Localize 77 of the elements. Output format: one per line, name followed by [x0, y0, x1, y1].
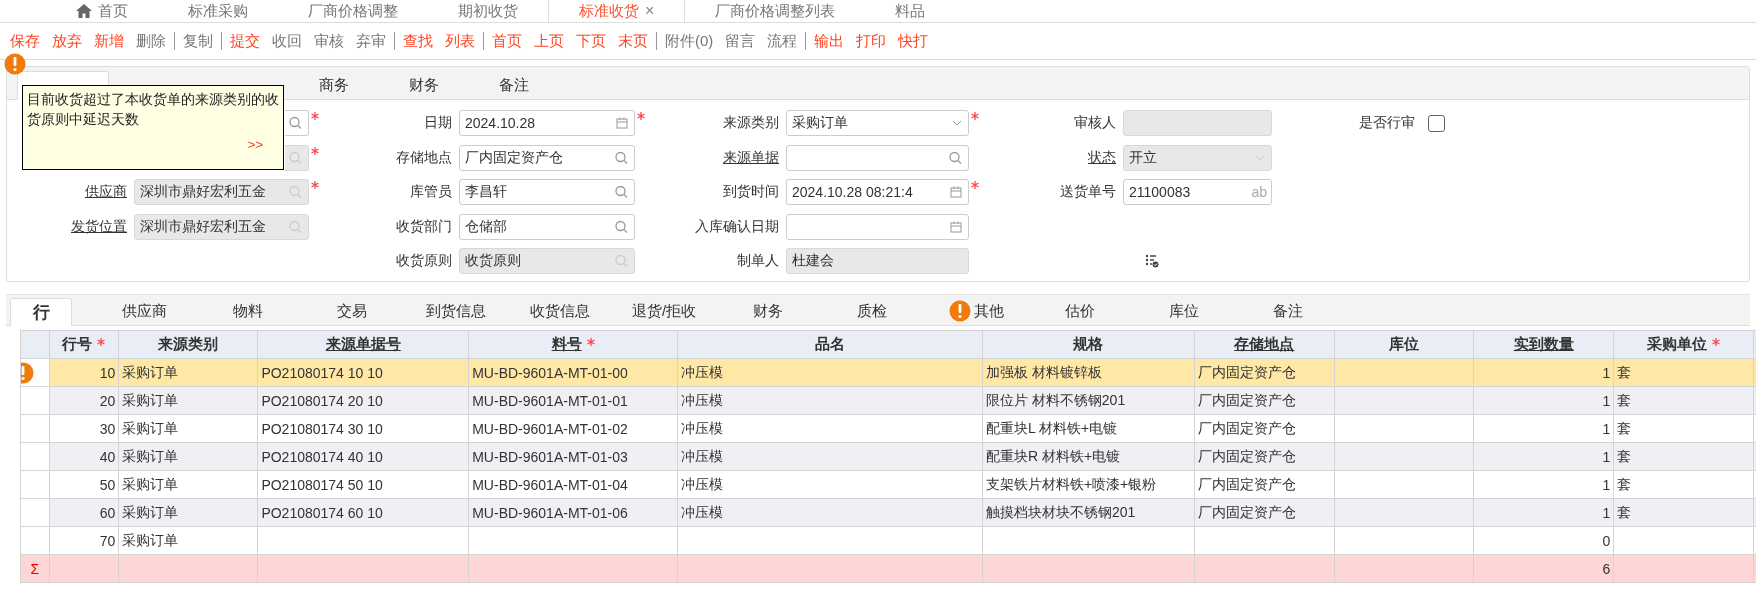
table-cell: 套: [1617, 447, 1632, 464]
table-cell: 采购订单: [122, 447, 179, 464]
table-cell: PO21080174 50 10: [261, 476, 383, 493]
field-label: 审核人: [1074, 114, 1116, 131]
field-label: 收货原则: [396, 252, 452, 269]
table-cell: PO21080174 40 10: [261, 448, 383, 465]
table-cell: 采购订单: [122, 363, 179, 380]
table-cell: 1: [1602, 364, 1611, 381]
table-cell: 1: [1602, 392, 1611, 409]
table-cell: MU-BD-9601A-MT-01-00: [472, 364, 628, 381]
table-cell: 配重块R 材料铁+电镀: [985, 447, 1121, 464]
table-cell: 采购订单: [122, 475, 179, 492]
table-cell: MU-BD-9601A-MT-01-06: [472, 504, 628, 521]
table-cell: 采购订单: [122, 503, 179, 520]
table-cell: 采购订单: [122, 419, 179, 436]
table-cell: 20: [99, 392, 116, 409]
table-cell: 0: [1602, 532, 1611, 549]
field-label: 来源单据: [723, 148, 779, 165]
tooltip-text: 目前收货超过了本收货单的来源类别的收货原则中延迟天数: [27, 90, 279, 129]
table-cell: MU-BD-9601A-MT-01-03: [472, 448, 628, 465]
field-label: 来源类别: [723, 114, 779, 131]
table-cell: 冲压模: [680, 419, 723, 436]
table-cell: 配重块L 材料铁+电镀: [985, 419, 1118, 436]
table-cell: 套: [1617, 475, 1632, 492]
table-cell: 1: [1602, 476, 1611, 493]
table-cell: 厂内固定资产仓: [1197, 363, 1296, 380]
table-cell: 冲压模: [680, 391, 723, 408]
field-label: 发货位置: [71, 217, 127, 234]
table-cell: 冲压模: [680, 475, 723, 492]
table-cell: 厂内固定资产仓: [1197, 475, 1296, 492]
table-cell: 套: [1617, 391, 1632, 408]
table-cell: 1: [1602, 504, 1611, 521]
table-cell: 套: [1617, 363, 1632, 380]
table-cell: 冲压模: [680, 503, 723, 520]
table-cell: MU-BD-9601A-MT-01-02: [472, 420, 628, 437]
field-label: 收货部门: [396, 217, 452, 234]
field-label: 到货时间: [723, 183, 779, 200]
table-cell: 1: [1602, 420, 1611, 437]
table-cell: 30: [99, 420, 116, 437]
field-suffix: ab: [1251, 184, 1267, 201]
field-label: 送货单号: [1060, 183, 1116, 200]
table-cell: 冲压模: [680, 363, 723, 380]
table-cell: MU-BD-9601A-MT-01-04: [472, 476, 628, 493]
field-label: 是否行审: [1359, 114, 1415, 131]
table-cell: 厂内固定资产仓: [1197, 447, 1296, 464]
table-cell: 厂内固定资产仓: [1197, 391, 1296, 408]
table-cell: 触摸档块材块不锈钢201: [985, 503, 1136, 520]
table-cell: 厂内固定资产仓: [1197, 503, 1296, 520]
table-cell: 冲压模: [680, 447, 723, 464]
table-cell: 加强板 材料镀锌板: [985, 363, 1102, 380]
table-cell: 厂内固定资产仓: [1197, 419, 1296, 436]
field-label: 日期: [424, 114, 452, 131]
sum-cell: 6: [1602, 560, 1611, 577]
table-cell: 1: [1602, 448, 1611, 465]
sum-symbol: Σ: [30, 560, 40, 577]
table-cell: 60: [99, 504, 116, 521]
field-label: 制单人: [737, 252, 779, 269]
table-cell: 套: [1617, 419, 1632, 436]
field-label: 入库确认日期: [695, 217, 779, 234]
field-label: 存储地点: [396, 148, 452, 165]
table-cell: 限位片 材料不锈钢201: [985, 391, 1126, 408]
table-cell: 采购订单: [122, 531, 179, 548]
field-label: 供应商: [85, 183, 127, 200]
table-cell: 40: [99, 448, 116, 465]
table-cell: 10: [99, 364, 116, 381]
table-cell: PO21080174 10 10: [261, 364, 383, 381]
table-cell: 50: [99, 476, 116, 493]
table-cell: 套: [1617, 503, 1632, 520]
table-cell: 支架铁片材料铁+喷漆+银粉: [985, 475, 1157, 492]
table-cell: PO21080174 20 10: [261, 392, 383, 409]
table-cell: 70: [99, 532, 116, 549]
table-cell: PO21080174 30 10: [261, 420, 383, 437]
table-cell: PO21080174 60 10: [261, 504, 383, 521]
table-cell: 采购订单: [122, 391, 179, 408]
field-label: 状态: [1088, 148, 1116, 165]
table-cell: MU-BD-9601A-MT-01-01: [472, 392, 628, 409]
field-label: 库管员: [410, 183, 452, 200]
